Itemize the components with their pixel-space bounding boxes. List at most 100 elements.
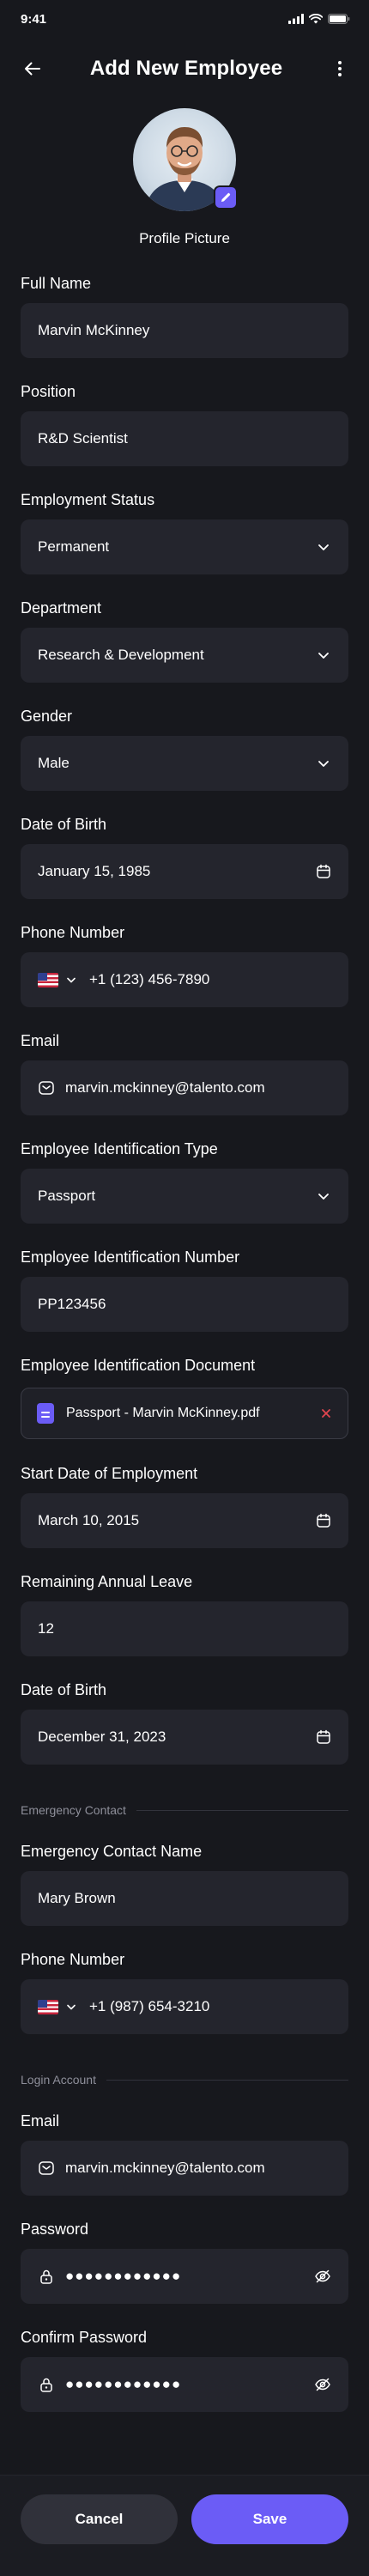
top-bar: Add New Employee	[0, 45, 369, 93]
department-value: Research & Development	[38, 647, 204, 663]
password-value: ●●●●●●●●●●●●	[65, 2268, 182, 2284]
login-account-section-title: Login Account	[21, 2073, 96, 2087]
chevron-down-icon	[316, 539, 331, 555]
phone-number-field[interactable]: +1 (123) 456-7890	[21, 952, 348, 1007]
annual-leave-value: 12	[38, 1620, 54, 1637]
email-field[interactable]: marvin.mckinney@talento.com	[21, 1060, 348, 1115]
id-document-label: Employee Identification Document	[21, 1357, 256, 1374]
more-options-button[interactable]	[324, 53, 355, 84]
country-code-select[interactable]	[38, 972, 77, 987]
gender-label: Gender	[21, 708, 73, 725]
login-email-value: marvin.mckinney@talento.com	[65, 2160, 265, 2176]
start-date-field[interactable]: March 10, 2015	[21, 1493, 348, 1548]
emergency-phone-label: Phone Number	[21, 1951, 125, 1968]
date-of-birth-label: Date of Birth	[21, 816, 107, 833]
arrow-left-icon	[22, 58, 43, 79]
more-vertical-icon	[330, 58, 350, 79]
emergency-contact-divider: Emergency Contact	[21, 1801, 348, 1819]
mail-icon	[38, 2160, 55, 2177]
status-time: 9:41	[21, 11, 47, 27]
calendar-icon[interactable]	[316, 1729, 331, 1745]
profile-picture-caption: Profile Picture	[139, 230, 230, 246]
login-account-divider: Login Account	[21, 2071, 348, 2088]
chevron-down-icon	[65, 974, 77, 986]
id-type-value: Passport	[38, 1188, 96, 1204]
phone-number-value: +1 (123) 456-7890	[89, 971, 210, 987]
annual-leave-label: Remaining Annual Leave	[21, 1573, 193, 1590]
status-bar: 9:41	[0, 0, 369, 38]
emergency-name-value: Mary Brown	[38, 1890, 116, 1906]
id-document-filename: Passport - Marvin McKinney.pdf	[66, 1406, 260, 1420]
phone-number-label: Phone Number	[21, 924, 125, 941]
confirm-password-value: ●●●●●●●●●●●●	[65, 2376, 182, 2392]
emergency-phone-value: +1 (987) 654-3210	[89, 1998, 210, 2014]
divider-line	[136, 1809, 348, 1811]
battery-icon	[328, 14, 350, 24]
login-email-label: Email	[21, 2112, 60, 2129]
date-of-birth-2-value: December 31, 2023	[38, 1728, 166, 1745]
employment-status-label: Employment Status	[21, 491, 155, 508]
calendar-icon[interactable]	[316, 864, 331, 879]
us-flag-icon	[38, 972, 58, 987]
full-name-value: Marvin McKinney	[38, 322, 150, 338]
email-value: marvin.mckinney@talento.com	[65, 1079, 265, 1096]
cancel-button[interactable]: Cancel	[21, 2494, 178, 2544]
employment-status-select[interactable]: Permanent	[21, 519, 348, 574]
profile-picture[interactable]	[133, 108, 238, 211]
id-number-field[interactable]: PP123456	[21, 1277, 348, 1332]
bottom-action-bar: Cancel Save	[0, 2475, 369, 2576]
position-field[interactable]: R&D Scientist	[21, 411, 348, 466]
start-date-value: March 10, 2015	[38, 1512, 140, 1528]
department-label: Department	[21, 599, 102, 617]
emergency-phone-field[interactable]: +1 (987) 654-3210	[21, 1979, 348, 2034]
login-email-field[interactable]: marvin.mckinney@talento.com	[21, 2141, 348, 2196]
wifi-icon	[309, 14, 323, 24]
chevron-down-icon	[65, 2001, 77, 2013]
employment-status-value: Permanent	[38, 538, 110, 555]
gender-value: Male	[38, 755, 70, 771]
chevron-down-icon	[316, 647, 331, 663]
emergency-name-label: Emergency Contact Name	[21, 1843, 203, 1860]
id-number-value: PP123456	[38, 1296, 106, 1312]
position-value: R&D Scientist	[38, 430, 128, 447]
emergency-name-field[interactable]: Mary Brown	[21, 1871, 348, 1926]
eye-off-icon[interactable]	[314, 2268, 331, 2285]
id-number-label: Employee Identification Number	[21, 1249, 240, 1266]
back-button[interactable]	[17, 53, 48, 84]
date-of-birth-field[interactable]: January 15, 1985	[21, 844, 348, 899]
us-flag-icon	[38, 1999, 58, 2014]
gender-select[interactable]: Male	[21, 736, 348, 791]
lock-icon	[38, 2376, 55, 2393]
chevron-down-icon	[316, 756, 331, 771]
password-field[interactable]: ●●●●●●●●●●●●	[21, 2249, 348, 2304]
date-of-birth-value: January 15, 1985	[38, 863, 151, 879]
emergency-contact-section-title: Emergency Contact	[21, 1803, 126, 1817]
id-type-select[interactable]: Passport	[21, 1169, 348, 1224]
full-name-label: Full Name	[21, 275, 92, 292]
date-of-birth-2-field[interactable]: December 31, 2023	[21, 1710, 348, 1765]
id-document-attachment[interactable]: Passport - Marvin McKinney.pdf	[21, 1388, 348, 1439]
eye-off-icon[interactable]	[314, 2376, 331, 2393]
chevron-down-icon	[316, 1188, 331, 1204]
file-icon	[37, 1403, 54, 1424]
full-name-field[interactable]: Marvin McKinney	[21, 303, 348, 358]
confirm-password-label: Confirm Password	[21, 2329, 148, 2346]
lock-icon	[38, 2268, 55, 2285]
country-code-select[interactable]	[38, 1999, 77, 2014]
department-select[interactable]: Research & Development	[21, 628, 348, 683]
position-label: Position	[21, 383, 76, 400]
confirm-password-field[interactable]: ●●●●●●●●●●●●	[21, 2357, 348, 2412]
password-label: Password	[21, 2221, 89, 2238]
annual-leave-field[interactable]: 12	[21, 1601, 348, 1656]
id-type-label: Employee Identification Type	[21, 1140, 218, 1157]
date-of-birth-2-label: Date of Birth	[21, 1681, 107, 1698]
save-button[interactable]: Save	[191, 2494, 348, 2544]
close-icon[interactable]	[320, 1407, 332, 1419]
calendar-icon[interactable]	[316, 1513, 331, 1528]
signal-icon	[288, 14, 304, 24]
edit-photo-button[interactable]	[214, 185, 238, 210]
start-date-label: Start Date of Employment	[21, 1465, 198, 1482]
page-title: Add New Employee	[89, 57, 283, 80]
email-label: Email	[21, 1032, 60, 1049]
pencil-icon	[220, 191, 232, 204]
